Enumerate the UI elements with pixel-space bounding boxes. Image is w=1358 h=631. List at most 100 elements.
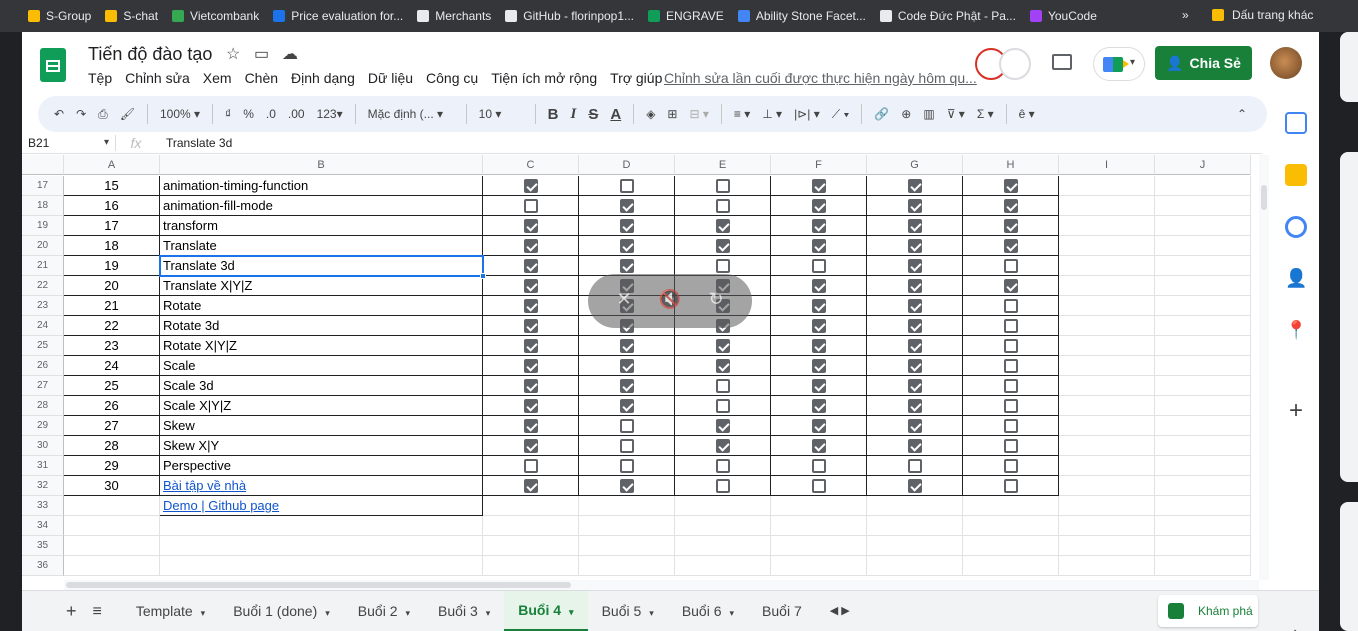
bookmark-item[interactable]: S-chat	[105, 9, 158, 23]
font-size-select[interactable]: 10 ▾	[479, 107, 523, 121]
all-sheets-button[interactable]: ≡	[87, 591, 122, 631]
cell[interactable]	[1155, 516, 1251, 536]
percent-format-button[interactable]: %	[243, 107, 254, 121]
column-header[interactable]: I	[1059, 155, 1155, 175]
cell[interactable]	[483, 536, 579, 556]
checkbox-checked[interactable]	[907, 318, 922, 333]
cell-checkbox[interactable]	[771, 276, 867, 296]
checkbox-checked[interactable]	[907, 298, 922, 313]
checkbox-unchecked[interactable]	[715, 178, 730, 193]
checkbox-checked[interactable]	[811, 278, 826, 293]
cell-checkbox[interactable]	[963, 356, 1059, 376]
cell-checkbox[interactable]	[675, 476, 771, 496]
cell[interactable]	[1155, 196, 1251, 216]
cell[interactable]	[1059, 356, 1155, 376]
cell-checkbox[interactable]	[867, 176, 963, 196]
cell-checkbox[interactable]	[867, 236, 963, 256]
column-header[interactable]: C	[483, 155, 579, 175]
cell-index[interactable]: 23	[64, 336, 160, 356]
cell[interactable]	[579, 536, 675, 556]
cell-checkbox[interactable]	[867, 256, 963, 276]
checkbox-checked[interactable]	[523, 418, 538, 433]
column-header[interactable]: D	[579, 155, 675, 175]
cell-topic[interactable]: Scale	[160, 356, 483, 376]
cell-checkbox[interactable]	[867, 476, 963, 496]
cell-topic[interactable]: transform	[160, 216, 483, 236]
text-color-button[interactable]: A	[610, 106, 621, 123]
checkbox-unchecked[interactable]	[1003, 378, 1018, 393]
meet-button[interactable]: ▾	[1093, 47, 1145, 81]
cell[interactable]	[1155, 176, 1251, 196]
row-header[interactable]: 20	[22, 236, 64, 256]
select-all-corner[interactable]	[22, 155, 64, 175]
cell-checkbox[interactable]	[867, 296, 963, 316]
cell-index[interactable]: 15	[64, 176, 160, 196]
cell-checkbox[interactable]	[771, 296, 867, 316]
redo-icon[interactable]: ↷	[76, 107, 86, 121]
checkbox-checked[interactable]	[523, 338, 538, 353]
checkbox-checked[interactable]	[1003, 238, 1018, 253]
cell[interactable]	[963, 556, 1059, 576]
cell[interactable]	[483, 556, 579, 576]
checkbox-checked[interactable]	[907, 258, 922, 273]
checkbox-checked[interactable]	[715, 218, 730, 233]
explore-button[interactable]: Khám phá	[1158, 595, 1258, 627]
sheet-tab[interactable]: Buổi 2 ▾	[344, 591, 424, 631]
cell[interactable]	[1059, 316, 1155, 336]
cell-checkbox[interactable]	[483, 196, 579, 216]
cell-checkbox[interactable]	[675, 356, 771, 376]
checkbox-checked[interactable]	[523, 218, 538, 233]
checkbox-checked[interactable]	[811, 298, 826, 313]
text-rotation-icon[interactable]: ⟋ ▾	[832, 107, 850, 122]
cell[interactable]	[1059, 416, 1155, 436]
cell-checkbox[interactable]	[579, 456, 675, 476]
checkbox-checked[interactable]	[907, 178, 922, 193]
menu-item[interactable]: Chỉnh sửa	[125, 70, 190, 86]
checkbox-checked[interactable]	[1003, 198, 1018, 213]
checkbox-checked[interactable]	[1003, 278, 1018, 293]
cell-topic[interactable]: Rotate X|Y|Z	[160, 336, 483, 356]
tasks-icon[interactable]	[1285, 216, 1307, 238]
cell-topic[interactable]: Translate	[160, 236, 483, 256]
checkbox-checked[interactable]	[619, 358, 634, 373]
cell[interactable]	[867, 536, 963, 556]
collaborator-avatar[interactable]	[999, 48, 1031, 80]
cell-checkbox[interactable]	[867, 216, 963, 236]
cell-topic[interactable]: Perspective	[160, 456, 483, 476]
cell-checkbox[interactable]	[963, 196, 1059, 216]
cell[interactable]	[771, 556, 867, 576]
row-header[interactable]: 22	[22, 276, 64, 296]
cell-checkbox[interactable]	[675, 396, 771, 416]
checkbox-checked[interactable]	[523, 318, 538, 333]
cell-checkbox[interactable]	[483, 176, 579, 196]
cell-checkbox[interactable]	[483, 476, 579, 496]
maps-icon[interactable]: 📍	[1285, 320, 1307, 342]
formula-input[interactable]: Translate 3d	[156, 136, 232, 150]
chevron-down-icon[interactable]: ▾	[569, 607, 574, 617]
bookmark-item[interactable]: YouCode	[1029, 9, 1097, 23]
cell-checkbox[interactable]	[483, 256, 579, 276]
checkbox-checked[interactable]	[907, 358, 922, 373]
checkbox-checked[interactable]	[619, 198, 634, 213]
cell-checkbox[interactable]	[963, 336, 1059, 356]
cell[interactable]	[1155, 476, 1251, 496]
bookmark-item[interactable]: Code Đức Phật - Pa...	[879, 9, 1016, 23]
cell[interactable]	[1155, 236, 1251, 256]
cell[interactable]	[771, 496, 867, 516]
cell[interactable]	[1059, 536, 1155, 556]
checkbox-checked[interactable]	[715, 338, 730, 353]
scroll-thumb[interactable]	[66, 582, 571, 588]
menu-item[interactable]: Tiện ích mở rộng	[491, 70, 597, 86]
cell[interactable]	[1059, 176, 1155, 196]
cell-checkbox[interactable]	[771, 316, 867, 336]
cell-topic[interactable]: Skew X|Y	[160, 436, 483, 456]
checkbox-checked[interactable]	[619, 238, 634, 253]
checkbox-unchecked[interactable]	[715, 398, 730, 413]
checkbox-unchecked[interactable]	[619, 418, 634, 433]
collapse-toolbar-icon[interactable]: ⌃	[1237, 107, 1247, 121]
currency-format-button[interactable]: ₫	[225, 107, 231, 121]
cell-index[interactable]: 30	[64, 476, 160, 496]
cell[interactable]	[483, 516, 579, 536]
cell-checkbox[interactable]	[675, 176, 771, 196]
row-header[interactable]: 35	[22, 536, 64, 556]
